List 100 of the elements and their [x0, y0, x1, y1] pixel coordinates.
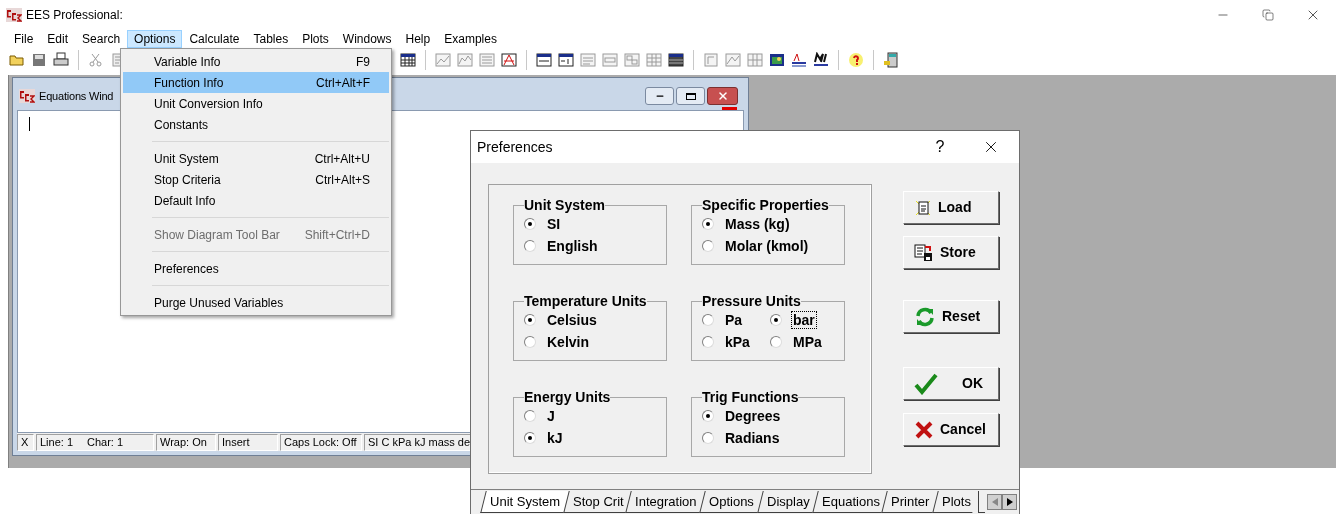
status-text: Char: 1	[87, 435, 124, 451]
radio-button[interactable]	[702, 218, 714, 230]
menu-item[interactable]: Unit System Ctrl+Alt+U	[123, 148, 389, 169]
radio-label: kJ	[546, 430, 564, 446]
radio-label: English	[546, 238, 599, 254]
document-icon	[914, 198, 932, 217]
radio-label: Kelvin	[546, 334, 590, 350]
close-icon	[716, 90, 729, 102]
window-icon[interactable]	[558, 52, 574, 68]
dialog-button[interactable]: Reset	[903, 300, 999, 333]
group-title: Energy Units	[524, 389, 611, 405]
tab[interactable]: Unit System	[480, 491, 569, 513]
status-text: Wrap: On	[160, 435, 207, 451]
italic-m-icon[interactable]	[813, 52, 829, 68]
menu-item[interactable]: Tables	[246, 30, 296, 48]
status-text: Insert	[222, 435, 250, 451]
radio-label: SI	[546, 216, 562, 232]
radio-button[interactable]	[524, 432, 536, 444]
picture-frame-icon[interactable]	[769, 52, 785, 68]
radio-button[interactable]	[524, 410, 536, 422]
radio-button[interactable]	[702, 410, 714, 422]
radio-button[interactable]	[702, 336, 714, 348]
document-icon[interactable]	[602, 52, 618, 68]
help-button[interactable]: ?	[917, 132, 963, 162]
menu-item[interactable]: Preferences	[123, 258, 389, 279]
scroll-right-button[interactable]	[1002, 494, 1017, 510]
menu-item[interactable]: Options	[127, 30, 183, 48]
menu-item[interactable]: Variable Info F9	[123, 51, 389, 72]
maximize-button[interactable]	[676, 87, 705, 105]
save-document-icon	[914, 243, 934, 262]
tab[interactable]	[978, 491, 985, 513]
window-title: EES Professional:	[26, 7, 123, 24]
radio-label: Celsius	[546, 312, 598, 328]
calculator-icon[interactable]	[883, 52, 899, 68]
radio-label: MPa	[792, 334, 823, 350]
radio-button[interactable]	[702, 240, 714, 252]
menu-item[interactable]: Purge Unused Variables	[123, 292, 389, 313]
grid-icon[interactable]	[646, 52, 662, 68]
dialog-button[interactable]: Store	[903, 236, 999, 269]
document-icon[interactable]	[624, 52, 640, 68]
radio-button[interactable]	[770, 336, 782, 348]
folder-icon[interactable]	[9, 52, 25, 68]
grid-icon[interactable]	[747, 52, 763, 68]
status-text: X	[21, 435, 29, 451]
chart-icon[interactable]	[457, 52, 473, 68]
dialog-title: Preferences	[477, 137, 553, 157]
menu-item[interactable]: Stop Criteria Ctrl+Alt+S	[123, 169, 389, 190]
document-logo-icon	[19, 89, 35, 103]
dialog-button[interactable]: Cancel	[903, 413, 999, 446]
radio-button[interactable]	[770, 314, 782, 326]
radio-button[interactable]	[524, 218, 536, 230]
scissors-icon[interactable]	[88, 52, 104, 68]
minimize-button[interactable]	[645, 87, 674, 105]
chart-icon[interactable]	[725, 52, 741, 68]
radio-label: bar	[792, 312, 816, 328]
menu-item[interactable]: File	[7, 30, 41, 48]
menu-item[interactable]: Calculate	[182, 30, 247, 48]
menu-item[interactable]: Help	[398, 30, 438, 48]
table-icon[interactable]	[400, 52, 416, 68]
document-icon[interactable]	[703, 52, 719, 68]
radio-button[interactable]	[702, 432, 714, 444]
printer-icon[interactable]	[53, 52, 69, 68]
checkmark-icon	[914, 372, 938, 395]
radio-button[interactable]	[702, 314, 714, 326]
menu-item[interactable]: Edit	[40, 30, 76, 48]
menu-item[interactable]: Examples	[437, 30, 504, 48]
radio-button[interactable]	[524, 336, 536, 348]
dialog-button[interactable]: Load	[903, 191, 999, 224]
menu-item[interactable]: Constants	[123, 114, 389, 135]
radio-button[interactable]	[524, 314, 536, 326]
menu-item[interactable]: Unit Conversion Info	[123, 93, 389, 114]
radio-label: Mass (kg)	[724, 216, 791, 232]
window-title: Equations Wind	[39, 88, 114, 104]
radio-label: Molar (kmol)	[724, 238, 810, 254]
dialog-button[interactable]: OK	[903, 367, 999, 400]
radio-label: J	[546, 408, 556, 424]
document-icon[interactable]	[580, 52, 596, 68]
window-icon[interactable]	[536, 52, 552, 68]
app-logo-icon	[6, 8, 22, 22]
menu-item[interactable]: Windows	[335, 30, 399, 48]
close-button[interactable]	[707, 87, 738, 105]
group-title: Temperature Units	[524, 293, 647, 309]
group-title: Specific Properties	[702, 197, 829, 213]
group-title: Trig Functions	[702, 389, 799, 405]
ruler-icon[interactable]	[791, 52, 807, 68]
menu-item[interactable]: Function Info Ctrl+Alt+F	[123, 72, 389, 93]
table-icon[interactable]	[668, 52, 684, 68]
radio-button[interactable]	[524, 240, 536, 252]
restore-icon	[1261, 9, 1274, 21]
left-arrow-icon	[991, 498, 998, 506]
help-icon[interactable]	[848, 52, 864, 68]
radio-label: Degrees	[724, 408, 782, 424]
menu-item[interactable]: Default Info	[123, 190, 389, 211]
error-marker	[722, 107, 737, 110]
menu-item[interactable]: Plots	[295, 30, 336, 48]
menu-item[interactable]: Search	[75, 30, 128, 48]
chart-icon[interactable]	[501, 52, 517, 68]
chart-icon[interactable]	[435, 52, 451, 68]
radio-label: Radians	[724, 430, 781, 446]
group-title: Unit System	[524, 197, 605, 213]
